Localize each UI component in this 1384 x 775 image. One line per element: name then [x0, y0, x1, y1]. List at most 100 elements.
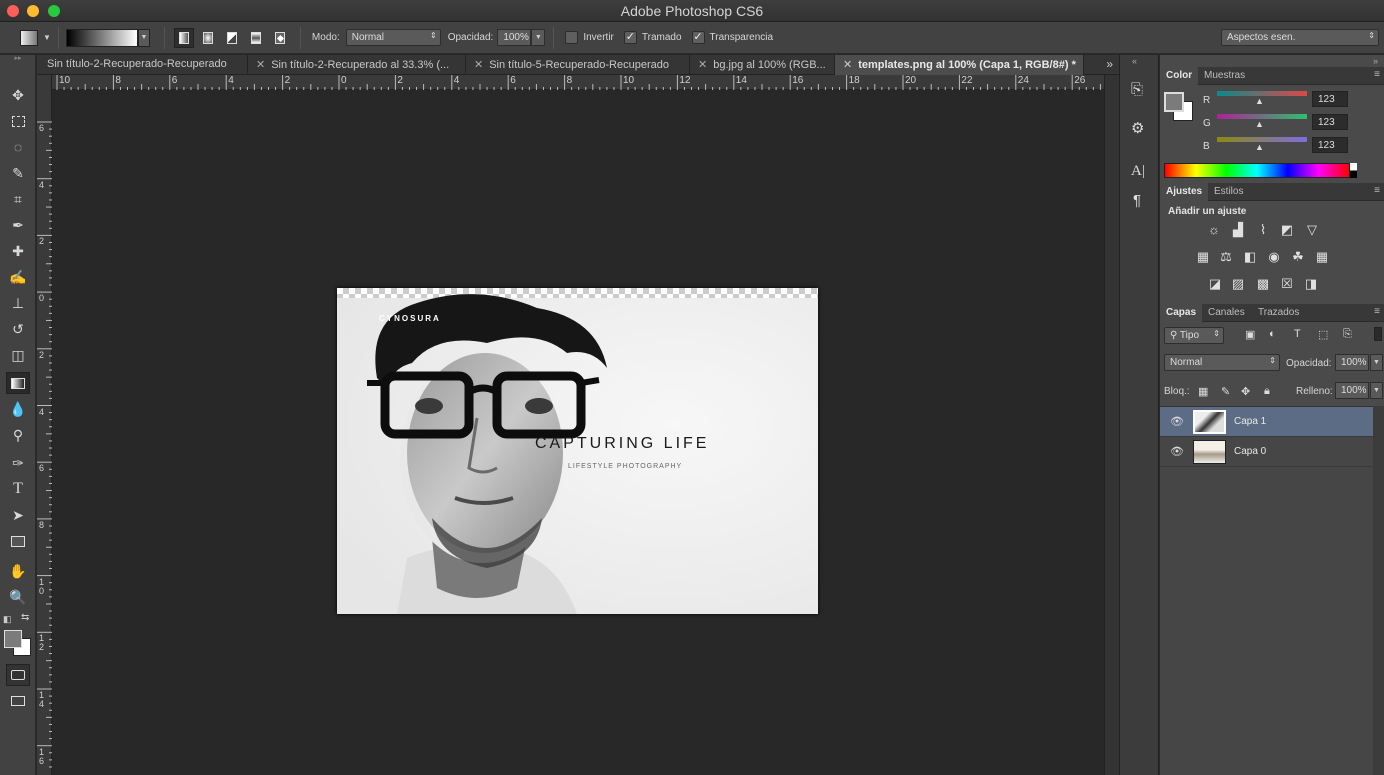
layer-name[interactable]: Capa 0	[1234, 446, 1266, 457]
layers-scrollbar[interactable]	[1373, 406, 1384, 775]
invert-icon[interactable]: ◪	[1207, 277, 1223, 291]
tab-paths[interactable]: Trazados	[1252, 304, 1305, 322]
tab-styles[interactable]: Estilos	[1208, 183, 1249, 201]
filter-type-icon[interactable]: T	[1294, 328, 1301, 340]
gradient-tool-icon[interactable]	[6, 372, 30, 394]
lock-position-icon[interactable]: ✥	[1241, 385, 1250, 398]
tool-preset-picker[interactable]	[20, 29, 38, 46]
hand-tool-icon[interactable]: ✋	[6, 560, 30, 582]
curves-icon[interactable]: ⌇	[1255, 223, 1271, 237]
collapse-dock-icon[interactable]: «	[1132, 56, 1137, 66]
photo-filter-icon[interactable]: ◉	[1266, 250, 1282, 264]
healing-brush-tool-icon[interactable]: ✚	[6, 240, 30, 262]
slider-thumb-icon[interactable]: ▲	[1255, 119, 1264, 129]
panel-grip[interactable]: ▸▸	[0, 55, 36, 63]
layer-row[interactable]: 👁︎ Capa 0	[1160, 437, 1373, 467]
radial-gradient-button[interactable]	[198, 28, 218, 48]
posterize-icon[interactable]: ▨	[1230, 277, 1246, 291]
vertical-scrollbar[interactable]	[1104, 75, 1119, 775]
channel-r-input[interactable]: 123	[1312, 91, 1348, 107]
rectangle-tool-icon[interactable]	[6, 530, 30, 552]
paragraph-panel-icon[interactable]: ¶	[1133, 192, 1141, 209]
collapse-panels-icon[interactable]: »	[1373, 56, 1378, 66]
panel-menu-icon[interactable]: ≡	[1374, 185, 1380, 196]
dither-checkbox[interactable]: ✓	[623, 31, 637, 44]
move-tool-icon[interactable]: ✥	[6, 84, 30, 106]
tab-channels[interactable]: Canales	[1202, 304, 1251, 322]
filter-shape-icon[interactable]: ⬚	[1318, 328, 1328, 341]
filter-toggle[interactable]	[1374, 327, 1382, 341]
layer-opacity-dropdown[interactable]: ▼	[1370, 354, 1383, 371]
document-canvas[interactable]: CYNOSURA CAPTURING LIFE LIFESTYLE PHOTOG…	[337, 288, 818, 614]
lock-transparent-icon[interactable]: ▦	[1198, 385, 1208, 398]
lasso-tool-icon[interactable]: ◌	[6, 136, 30, 158]
visibility-eye-icon[interactable]: 👁︎	[1170, 445, 1184, 458]
slider-thumb-icon[interactable]: ▲	[1255, 142, 1264, 152]
vertical-ruler[interactable]: 6 4 2 0 2 4 6 8 10 12 14 16	[37, 75, 52, 775]
eraser-tool-icon[interactable]: ◫	[6, 344, 30, 366]
more-tabs-icon[interactable]: »	[1106, 57, 1113, 71]
path-selection-tool-icon[interactable]: ➤	[6, 504, 30, 526]
eyedropper-tool-icon[interactable]: ✒	[6, 214, 30, 236]
history-brush-tool-icon[interactable]: ↺	[6, 318, 30, 340]
color-spectrum-ramp[interactable]	[1164, 163, 1350, 178]
doc-tab[interactable]: ✕ Sin título-5-Recuperado-Recuperado	[466, 55, 690, 75]
gradient-map-icon[interactable]: ◨	[1303, 277, 1319, 291]
chevron-down-icon[interactable]: ▼	[43, 33, 51, 42]
blur-tool-icon[interactable]: 💧	[6, 398, 30, 420]
opacity-dropdown-button[interactable]: ▼	[531, 29, 546, 46]
quick-mask-icon[interactable]	[6, 664, 30, 686]
panel-menu-icon[interactable]: ≡	[1374, 306, 1380, 317]
swap-colors-icon[interactable]: ⇆	[21, 612, 29, 623]
doc-tab[interactable]: Sin título-2-Recuperado-Recuperado	[37, 55, 248, 75]
layer-opacity-input[interactable]: 100%	[1335, 354, 1369, 371]
default-colors-icon[interactable]: ◧	[3, 614, 12, 625]
panel-menu-icon[interactable]: ≡	[1374, 69, 1380, 80]
color-lookup-icon[interactable]: ▦	[1314, 250, 1330, 264]
foreground-color-swatch[interactable]	[4, 630, 22, 648]
vibrance-icon[interactable]: ▽	[1304, 223, 1320, 237]
gradient-picker[interactable]	[65, 28, 138, 47]
linear-gradient-button[interactable]	[173, 27, 194, 48]
workspace-select[interactable]: Aspectos esen. ⇕	[1221, 29, 1379, 46]
channel-g-input[interactable]: 123	[1312, 114, 1348, 130]
hue-saturation-icon[interactable]: ▦	[1195, 250, 1211, 264]
layer-row[interactable]: 👁︎ Capa 1	[1160, 407, 1373, 437]
filter-pixel-icon[interactable]: ▣	[1245, 328, 1255, 341]
foreground-color-swatch[interactable]	[1164, 92, 1184, 112]
levels-icon[interactable]: ▟	[1230, 223, 1246, 237]
channel-mixer-icon[interactable]: ☘	[1290, 250, 1306, 264]
filter-adjustment-icon[interactable]: ◐	[1269, 328, 1276, 340]
ramp-black-white[interactable]	[1350, 163, 1357, 178]
color-balance-icon[interactable]: ⚖	[1218, 250, 1234, 264]
history-panel-icon[interactable]: ⎘	[1131, 81, 1143, 98]
close-icon[interactable]: ✕	[256, 59, 265, 71]
lock-all-icon[interactable]: 🔒︎	[1264, 385, 1270, 398]
doc-tab-active[interactable]: ✕ templates.png al 100% (Capa 1, RGB/8#) …	[835, 55, 1084, 75]
doc-tab[interactable]: ✕ bg.jpg al 100% (RGB...	[690, 55, 835, 75]
visibility-eye-icon[interactable]: 👁︎	[1170, 415, 1184, 428]
screen-mode-icon[interactable]	[6, 690, 30, 712]
actions-panel-icon[interactable]: ⚙	[1131, 119, 1144, 137]
layer-filter-select[interactable]: ⚲ Tipo ⇕	[1164, 327, 1224, 344]
blend-mode-select[interactable]: Normal ⇕	[1164, 354, 1280, 371]
close-icon[interactable]: ✕	[843, 59, 852, 71]
quick-selection-tool-icon[interactable]: ✎	[6, 162, 30, 184]
brush-tool-icon[interactable]: ✍	[6, 266, 30, 288]
crop-tool-icon[interactable]: ⌗	[6, 188, 30, 210]
exposure-icon[interactable]: ◩	[1279, 223, 1295, 237]
close-icon[interactable]: ✕	[474, 59, 483, 71]
selective-color-icon[interactable]: ☒	[1279, 277, 1295, 291]
black-white-icon[interactable]: ◧	[1242, 250, 1258, 264]
filter-smart-object-icon[interactable]: ⎘	[1343, 328, 1352, 341]
transparency-checkbox[interactable]: ✓	[691, 31, 705, 44]
clone-stamp-tool-icon[interactable]: ⊥	[6, 292, 30, 314]
doc-tab[interactable]: ✕ Sin título-2-Recuperado al 33.3% (...	[248, 55, 466, 75]
mode-select[interactable]: Normal ⇕	[345, 29, 441, 46]
marquee-tool-icon[interactable]	[6, 110, 30, 132]
gradient-dropdown-button[interactable]: ▼	[137, 28, 150, 47]
invert-checkbox[interactable]	[565, 31, 579, 44]
type-tool-icon[interactable]: T	[6, 478, 30, 500]
angle-gradient-button[interactable]	[222, 28, 242, 48]
horizontal-ruler[interactable]: 10 8 6 4 2 0 2 4 6 8 10 12 14 16 18 20 22 24 26	[52, 75, 1104, 90]
